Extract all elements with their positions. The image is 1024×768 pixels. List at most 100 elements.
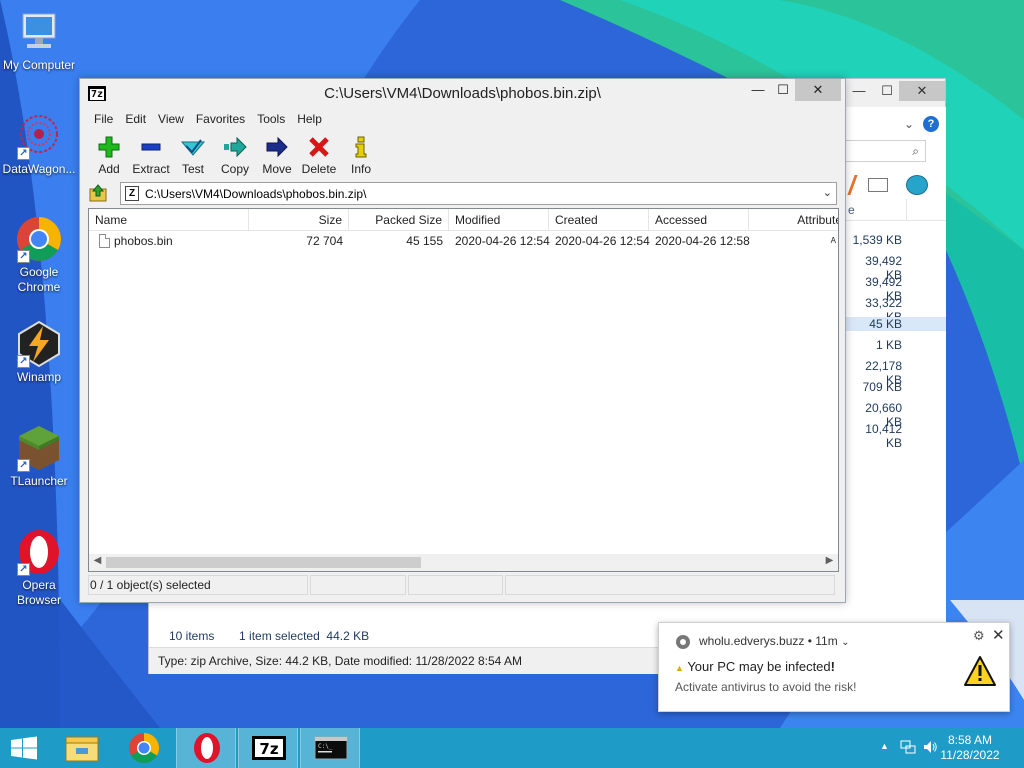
email-icon[interactable]	[868, 178, 888, 192]
explorer-ribbon-strip	[840, 175, 944, 199]
7zip-file-manager-window[interactable]: 7z C:\Users\VM4\Downloads\phobos.bin.zip…	[79, 78, 846, 603]
clock-date: 11/28/2022	[940, 748, 1000, 762]
column-header-name[interactable]: Name	[89, 209, 249, 231]
warning-icon	[964, 656, 996, 686]
column-header-accessed[interactable]: Accessed	[649, 209, 749, 231]
file-attributes-cell: A	[830, 236, 836, 245]
gear-icon[interactable]: ⚙	[973, 628, 985, 644]
show-hidden-icons-icon[interactable]: ▲	[880, 741, 889, 751]
explorer-file-size: 45 KB	[846, 317, 946, 331]
network-icon[interactable]	[900, 739, 916, 755]
column-header-attributes[interactable]: Attribute	[749, 209, 838, 231]
menu-tools[interactable]: Tools	[251, 110, 291, 130]
info-icon	[340, 132, 382, 162]
copy-button[interactable]: Copy	[214, 132, 256, 178]
close-icon[interactable]: ✕	[992, 626, 1005, 644]
notification-site: wholu.edverys.buzz	[699, 634, 805, 648]
shortcut-arrow-icon: ↗	[17, 355, 30, 368]
minus-icon	[130, 132, 172, 162]
taskbar-chrome[interactable]	[114, 728, 174, 768]
status-segment	[407, 575, 504, 595]
explorer-selection-info: 1 item selected 44.2 KB	[239, 629, 370, 643]
maximize-button[interactable]: ☐	[769, 79, 797, 101]
shortcut-arrow-icon: ↗	[17, 459, 30, 472]
explorer-search-input[interactable]: ⌕	[846, 140, 926, 162]
explorer-minimize-button[interactable]: —	[845, 81, 873, 101]
small-warning-icon: ▲	[675, 663, 684, 673]
winamp-icon: ↗	[15, 320, 63, 368]
desktop-icon-my-computer[interactable]: My Computer	[0, 8, 78, 73]
add-label: Add	[98, 162, 120, 176]
explorer-nav-strip: ⌄ ?	[850, 114, 946, 136]
shell-icon[interactable]	[906, 175, 928, 195]
file-accessed-cell: 2020-04-26 12:58	[655, 234, 750, 248]
desktop-icon-winamp[interactable]: ↗ Winamp	[0, 320, 78, 385]
taskbar-7zip[interactable]: 7z	[238, 728, 298, 768]
horizontal-scrollbar[interactable]: ◀ ▶	[89, 554, 838, 571]
zip-archive-icon: Z	[125, 186, 139, 201]
extract-label: Extract	[132, 162, 170, 176]
selection-status: 0 / 1 object(s) selected	[88, 575, 308, 595]
chevron-down-icon[interactable]: ⌄	[823, 186, 832, 199]
clock-time: 8:58 AM	[947, 733, 993, 747]
7zip-title-bar[interactable]: 7z C:\Users\VM4\Downloads\phobos.bin.zip…	[80, 79, 845, 109]
scrollbar-thumb[interactable]	[106, 557, 421, 568]
taskbar-command-prompt[interactable]: C:\_	[300, 728, 360, 768]
file-icon	[99, 234, 110, 248]
start-button[interactable]	[0, 728, 48, 768]
copy-label: Copy	[220, 162, 249, 176]
svg-text:7z: 7z	[259, 740, 278, 758]
menu-favorites[interactable]: Favorites	[190, 110, 251, 130]
explorer-file-size: 10,412 KB	[865, 422, 902, 450]
explorer-maximize-button[interactable]: ☐	[873, 81, 901, 101]
desktop-icon-label: TLauncher	[10, 474, 68, 488]
add-button[interactable]: Add	[88, 132, 130, 178]
window-title: C:\Users\VM4\Downloads\phobos.bin.zip\	[324, 85, 601, 102]
taskbar-opera[interactable]	[176, 728, 236, 768]
extract-button[interactable]: Extract	[130, 132, 172, 178]
desktop-icon-google-chrome[interactable]: ↗ Google Chrome	[0, 215, 78, 295]
file-name: phobos.bin	[114, 234, 173, 248]
test-button[interactable]: Test	[172, 132, 214, 178]
column-header-packed-size[interactable]: Packed Size	[349, 209, 449, 231]
desktop-icon-datawagon[interactable]: ↗ DataWagon...	[0, 112, 78, 177]
chevron-down-icon[interactable]: ⌄	[841, 637, 849, 648]
browser-notification[interactable]: wholu.edverys.buzz • 11m ⌄ ⚙ ✕ ▲ Your PC…	[658, 622, 1010, 712]
address-input[interactable]: Z C:\Users\VM4\Downloads\phobos.bin.zip\…	[120, 182, 837, 205]
help-icon[interactable]: ?	[923, 116, 939, 132]
menu-help[interactable]: Help	[291, 110, 328, 130]
datawagon-icon: ↗	[15, 112, 63, 160]
menu-view[interactable]: View	[152, 110, 190, 130]
desktop-icon-tlauncher[interactable]: ↗ TLauncher	[0, 424, 78, 489]
explorer-column-header[interactable]: e	[846, 199, 946, 221]
delete-button[interactable]: Delete	[298, 132, 340, 178]
info-button[interactable]: Info	[340, 132, 382, 178]
menu-edit[interactable]: Edit	[119, 110, 152, 130]
clock[interactable]: 8:58 AM 11/28/2022	[930, 733, 1010, 763]
close-button[interactable]: ✕	[795, 79, 841, 101]
desktop-icon-opera-browser[interactable]: ↗ Opera Browser	[0, 528, 78, 608]
menu-file[interactable]: File	[88, 110, 119, 130]
desktop-icon-label: DataWagon...	[2, 162, 76, 176]
explorer-file-size: 709 KB	[862, 380, 902, 394]
explorer-close-button[interactable]: ✕	[899, 81, 945, 101]
explorer-item-count: 10 items	[169, 629, 215, 643]
delete-x-icon	[298, 132, 340, 162]
file-list[interactable]: Name Size Packed Size Modified Created A…	[88, 208, 839, 572]
taskbar-file-explorer[interactable]	[52, 728, 112, 768]
column-header-size[interactable]: Size	[249, 209, 349, 231]
toolbar: Add Extract Test Copy Move Delete Info	[88, 132, 382, 178]
column-header-modified[interactable]: Modified	[449, 209, 549, 231]
minimize-button[interactable]: —	[744, 79, 772, 101]
scroll-right-icon[interactable]: ▶	[821, 555, 838, 566]
parent-folder-button[interactable]	[88, 183, 110, 203]
minecraft-block-icon: ↗	[15, 424, 63, 472]
table-row[interactable]: phobos.bin 72 704 45 155 2020-04-26 12:5…	[89, 231, 838, 251]
column-header-created[interactable]: Created	[549, 209, 649, 231]
shortcut-arrow-icon: ↗	[17, 250, 30, 263]
chevron-down-icon[interactable]: ⌄	[904, 117, 914, 131]
move-button[interactable]: Move	[256, 132, 298, 178]
scroll-left-icon[interactable]: ◀	[89, 555, 106, 566]
notification-title: ▲ Your PC may be infected!	[675, 659, 835, 674]
notification-title-text: Your PC may be infected	[687, 659, 831, 674]
